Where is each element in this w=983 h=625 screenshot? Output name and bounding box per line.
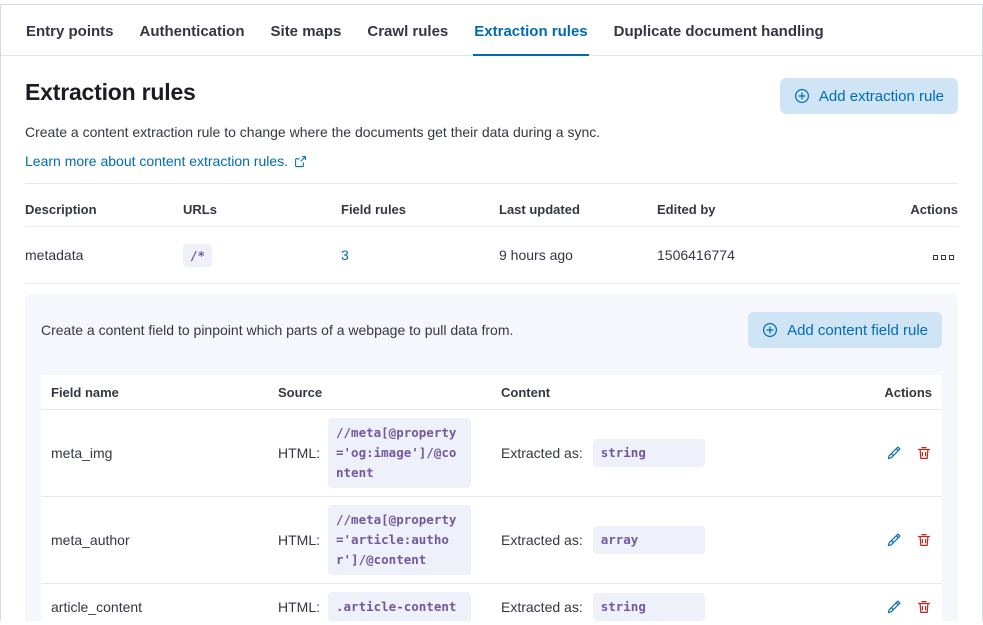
extraction-rules-table: Description URLs Field rules Last update… (25, 184, 958, 284)
pencil-icon (886, 603, 902, 618)
rule-description: metadata (25, 247, 183, 263)
content-field-row: meta_author HTML: //meta[@property='arti… (41, 497, 942, 584)
column-header-edited-by: Edited by (657, 202, 815, 217)
page-header: Extraction rules Add extraction rule Cre… (1, 56, 982, 169)
content-fields-panel: Create a content field to pinpoint which… (25, 294, 958, 621)
trash-icon (916, 536, 932, 551)
source-type-label: HTML: (278, 532, 320, 548)
extracted-as-value: string (593, 593, 705, 621)
field-selector: //meta[@property='og:image']/@content (328, 418, 471, 488)
trash-icon (916, 449, 932, 464)
panel-description: Create a content field to pinpoint which… (41, 322, 513, 338)
field-selector: .article-content (328, 592, 471, 621)
field-selector: //meta[@property='article:author']/@cont… (328, 505, 471, 575)
extraction-rule-row: metadata /* 3 9 hours ago 1506416774 (25, 227, 958, 284)
add-content-field-rule-label: Add content field rule (787, 322, 928, 339)
edit-field-rule-button[interactable] (882, 595, 906, 619)
column-header-field-name: Field name (41, 385, 268, 400)
column-header-actions: Actions (815, 202, 958, 217)
delete-field-rule-button[interactable] (912, 595, 936, 619)
edit-field-rule-button[interactable] (882, 441, 906, 465)
field-name: article_content (41, 599, 268, 615)
column-header-source: Source (268, 385, 491, 400)
column-header-actions: Actions (862, 385, 942, 400)
extracted-as-value: string (593, 439, 705, 467)
column-header-last-updated: Last updated (499, 202, 657, 217)
content-field-row: article_content HTML: .article-content E… (41, 584, 942, 621)
content-field-row: meta_img HTML: //meta[@property='og:imag… (41, 410, 942, 497)
column-header-field-rules: Field rules (341, 202, 499, 217)
rule-edited-by: 1506416774 (657, 247, 815, 263)
rule-last-updated: 9 hours ago (499, 247, 657, 263)
delete-field-rule-button[interactable] (912, 528, 936, 552)
source-type-label: HTML: (278, 445, 320, 461)
edit-field-rule-button[interactable] (882, 528, 906, 552)
column-header-description: Description (25, 202, 183, 217)
pencil-icon (886, 449, 902, 464)
tab-duplicate-document-handling[interactable]: Duplicate document handling (613, 5, 825, 56)
row-actions-menu-button[interactable] (929, 251, 958, 264)
content-fields-table-header: Field name Source Content Actions (41, 375, 942, 410)
pencil-icon (886, 536, 902, 551)
page-title: Extraction rules (25, 78, 196, 106)
external-link-icon (294, 155, 307, 168)
learn-more-link[interactable]: Learn more about content extraction rule… (25, 153, 307, 169)
extracted-as-label: Extracted as: (501, 532, 583, 548)
content-fields-panel-header: Create a content field to pinpoint which… (41, 312, 942, 348)
source-type-label: HTML: (278, 599, 320, 615)
rule-url-pattern: /* (183, 244, 212, 267)
tab-bar: Entry points Authentication Site maps Cr… (1, 5, 982, 56)
extracted-as-label: Extracted as: (501, 445, 583, 461)
field-rules-count-link[interactable]: 3 (341, 247, 349, 263)
page-description: Create a content extraction rule to chan… (25, 124, 958, 141)
delete-field-rule-button[interactable] (912, 441, 936, 465)
learn-more-label: Learn more about content extraction rule… (25, 153, 288, 169)
field-name: meta_img (41, 445, 268, 461)
trash-icon (916, 603, 932, 618)
add-extraction-rule-button[interactable]: Add extraction rule (780, 78, 958, 114)
add-content-field-rule-button[interactable]: Add content field rule (748, 312, 942, 348)
tab-extraction-rules[interactable]: Extraction rules (473, 5, 588, 56)
extraction-rules-table-header: Description URLs Field rules Last update… (25, 184, 958, 227)
add-extraction-rule-label: Add extraction rule (819, 88, 944, 105)
boxes-horizontal-icon (933, 255, 954, 260)
crawler-config-page: Entry points Authentication Site maps Cr… (0, 4, 983, 621)
tab-authentication[interactable]: Authentication (139, 5, 246, 56)
extracted-as-value: array (593, 526, 705, 554)
plus-circle-icon (794, 88, 810, 104)
tab-crawl-rules[interactable]: Crawl rules (366, 5, 449, 56)
field-name: meta_author (41, 532, 268, 548)
plus-circle-icon (762, 322, 778, 338)
extracted-as-label: Extracted as: (501, 599, 583, 615)
content-fields-table: Field name Source Content Actions meta_i… (41, 375, 942, 621)
tab-entry-points[interactable]: Entry points (25, 5, 115, 56)
tab-site-maps[interactable]: Site maps (270, 5, 343, 56)
column-header-urls: URLs (183, 202, 341, 217)
column-header-content: Content (491, 385, 862, 400)
